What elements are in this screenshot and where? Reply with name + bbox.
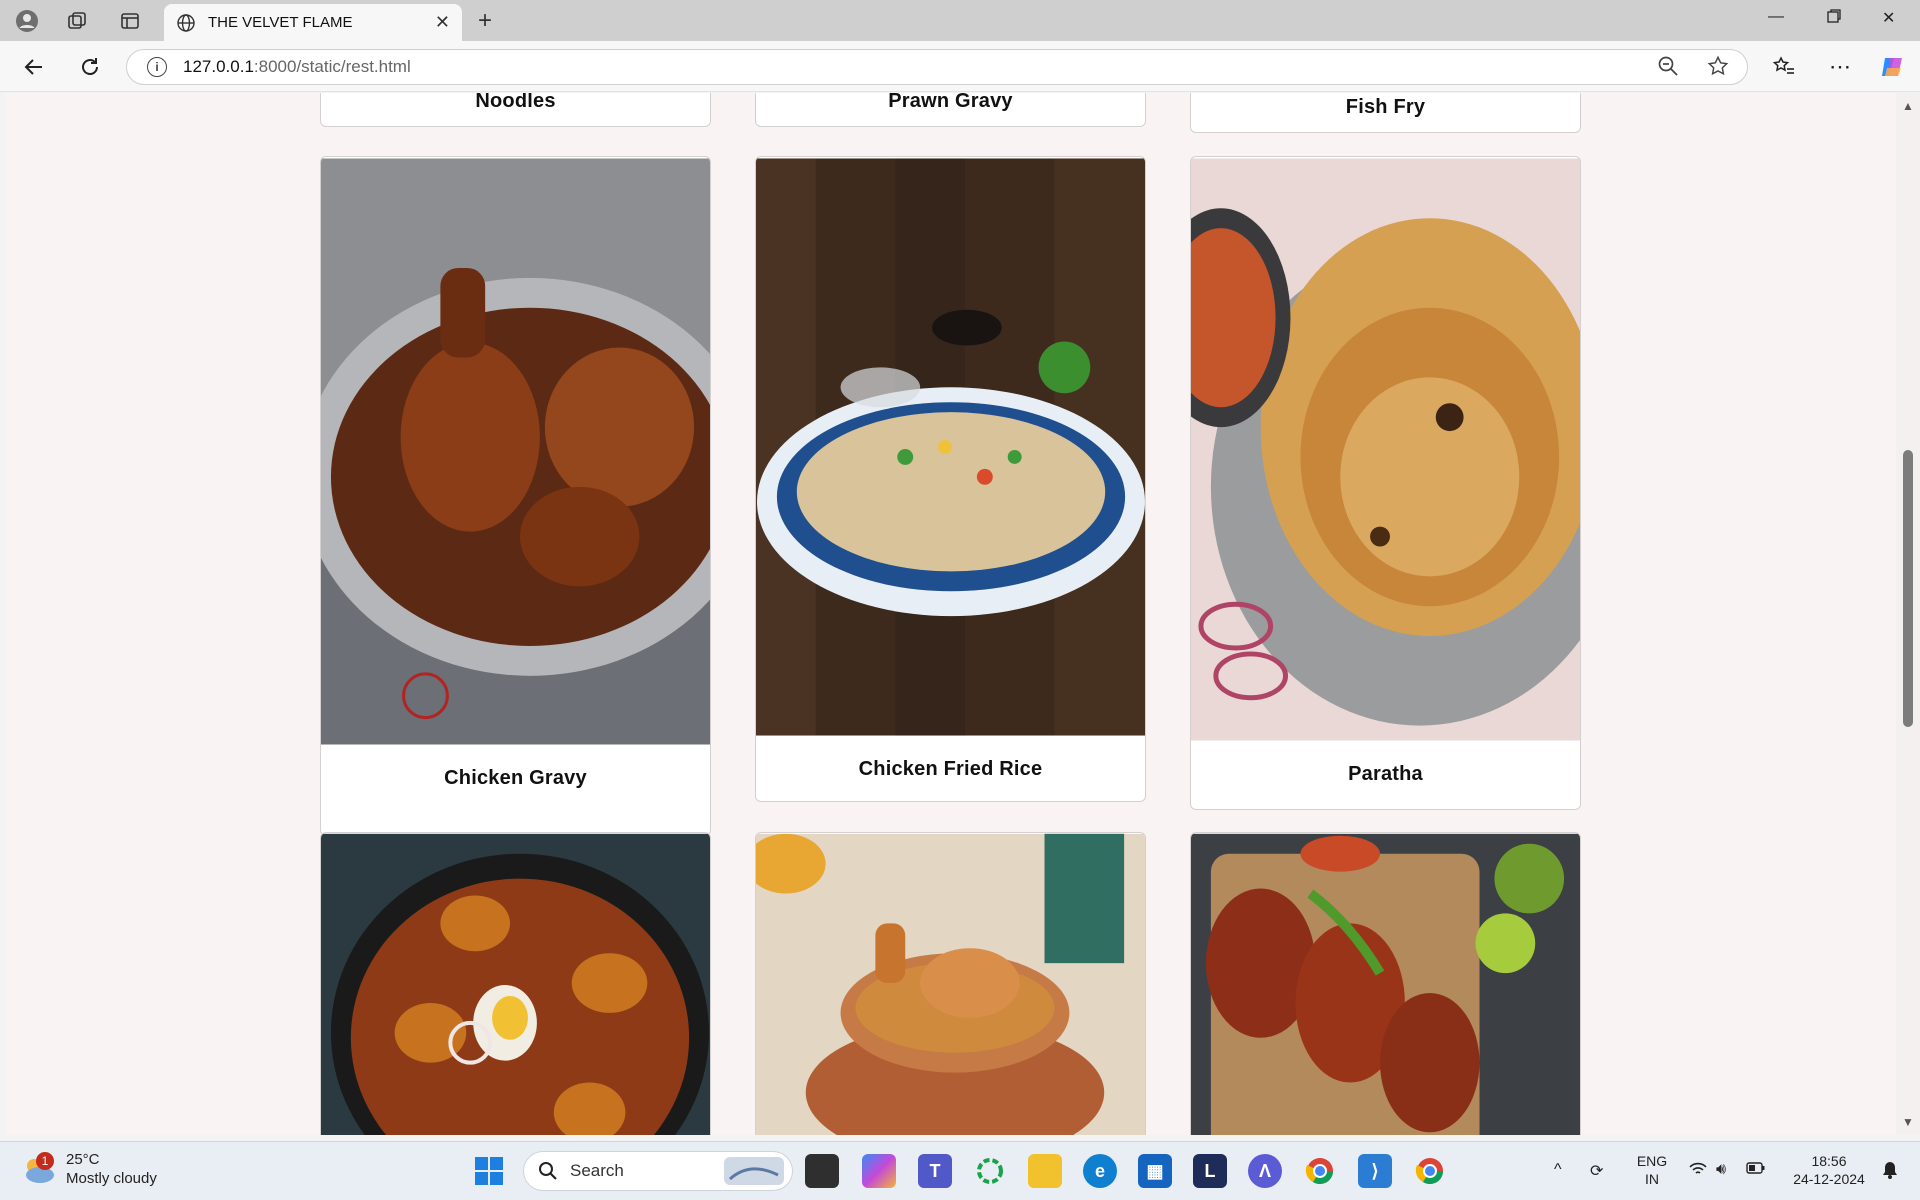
notification-bell-icon[interactable] bbox=[1882, 1161, 1898, 1184]
scroll-thumb[interactable] bbox=[1903, 450, 1913, 727]
menu-card-title: Prawn Gravy bbox=[888, 93, 1013, 112]
menu-card-egg-curry[interactable] bbox=[320, 832, 711, 1135]
weather-condition: Mostly cloudy bbox=[66, 1170, 157, 1187]
chicken-gravy-photo bbox=[321, 158, 710, 745]
menu-card-title: Chicken Fried Rice bbox=[858, 758, 1043, 780]
search-highlight-icon bbox=[724, 1157, 784, 1185]
browser-toolbar: i 127.0.0.1:8000/static/rest.html ⋯ bbox=[0, 41, 1920, 92]
temperature: 25°C bbox=[66, 1151, 100, 1168]
windows-taskbar: 1 25°C Mostly cloudy Search T e ▦ L Λ ⟩ … bbox=[0, 1141, 1920, 1200]
menu-card-noodles[interactable]: Noodles bbox=[320, 93, 711, 127]
cloudy-weather-icon: 1 bbox=[22, 1152, 56, 1183]
tab-actions-icon[interactable] bbox=[117, 8, 143, 34]
more-options-icon[interactable]: ⋯ bbox=[1826, 53, 1854, 81]
favorite-star-icon[interactable] bbox=[1707, 55, 1729, 83]
restore-icon[interactable] bbox=[1826, 8, 1842, 29]
menu-card-title: Noodles bbox=[475, 93, 556, 112]
weather-widget[interactable]: 1 25°C Mostly cloudy bbox=[22, 1150, 157, 1188]
copilot-icon[interactable] bbox=[1878, 53, 1906, 81]
chevron-up-icon[interactable]: ^ bbox=[1554, 1161, 1562, 1179]
chicken-biryani-photo bbox=[756, 833, 1145, 1135]
file-explorer-icon[interactable] bbox=[1028, 1154, 1062, 1188]
page-scrollbar[interactable]: ▲ ▼ bbox=[1896, 93, 1920, 1135]
tandoori-chicken-photo bbox=[1191, 833, 1580, 1135]
favorites-list-icon[interactable] bbox=[1770, 53, 1798, 81]
new-tab-icon[interactable]: + bbox=[478, 7, 492, 35]
menu-card-biryani[interactable] bbox=[755, 832, 1146, 1135]
close-tab-icon[interactable]: ✕ bbox=[435, 12, 450, 33]
address-bar[interactable]: i 127.0.0.1:8000/static/rest.html bbox=[126, 49, 1748, 85]
menu-card-prawn-gravy[interactable]: Prawn Gravy bbox=[755, 93, 1146, 127]
a-app-icon[interactable]: Λ bbox=[1248, 1154, 1282, 1188]
menu-card-fish-fry[interactable]: Fish Fry bbox=[1190, 93, 1581, 133]
search-label: Search bbox=[570, 1161, 624, 1180]
globe-icon bbox=[177, 13, 195, 32]
menu-card-title: Fish Fry bbox=[1345, 96, 1426, 118]
tab-title: THE VELVET FLAME bbox=[208, 14, 353, 31]
active-tab[interactable]: THE VELVET FLAME ✕ bbox=[164, 4, 462, 41]
teams-icon[interactable]: T bbox=[918, 1154, 952, 1188]
vscode-icon[interactable]: ⟩ bbox=[1358, 1154, 1392, 1188]
browser-titlebar: THE VELVET FLAME ✕ + — ✕ bbox=[0, 0, 1920, 41]
edge-browser-icon[interactable]: e bbox=[1083, 1154, 1117, 1188]
start-windows-icon[interactable] bbox=[472, 1154, 506, 1188]
menu-card-title: Chicken Gravy bbox=[444, 767, 587, 789]
back-arrow-icon[interactable] bbox=[20, 53, 48, 81]
profile-icon[interactable] bbox=[14, 8, 40, 34]
scroll-up-arrow-icon[interactable]: ▲ bbox=[1902, 99, 1914, 113]
circle-app-icon[interactable] bbox=[973, 1154, 1007, 1188]
scroll-down-arrow-icon[interactable]: ▼ bbox=[1902, 1115, 1914, 1129]
menu-card-chicken-gravy[interactable]: Chicken Gravy bbox=[320, 156, 711, 836]
url-host: 127.0.0.1 bbox=[183, 57, 254, 76]
clock[interactable]: 18:56 24-12-2024 bbox=[1784, 1152, 1874, 1188]
sync-icon[interactable]: ⟳ bbox=[1590, 1161, 1603, 1181]
clock-date: 24-12-2024 bbox=[1793, 1171, 1865, 1187]
minimize-icon[interactable]: — bbox=[1768, 8, 1784, 26]
menu-card-chicken-fried-rice[interactable]: Chicken Fried Rice bbox=[755, 156, 1146, 802]
weather-badge: 1 bbox=[36, 1152, 54, 1170]
site-info-icon[interactable]: i bbox=[147, 57, 167, 77]
copilot-app-icon[interactable] bbox=[862, 1154, 896, 1188]
refresh-icon[interactable] bbox=[76, 53, 104, 81]
egg-curry-photo bbox=[321, 833, 710, 1135]
task-view-icon[interactable] bbox=[805, 1154, 839, 1188]
taskbar-search[interactable]: Search bbox=[523, 1151, 793, 1191]
page-content: Noodles Prawn Gravy Fish Fry Chicken Gra… bbox=[6, 93, 1896, 1135]
zoom-out-icon[interactable] bbox=[1657, 55, 1679, 83]
close-window-icon[interactable]: ✕ bbox=[1882, 8, 1895, 28]
volume-icon[interactable]: 🔊︎ bbox=[1716, 1161, 1726, 1179]
chicken-fried-rice-photo bbox=[756, 158, 1145, 736]
menu-card-paratha[interactable]: Paratha bbox=[1190, 156, 1581, 810]
store-icon[interactable]: ▦ bbox=[1138, 1154, 1172, 1188]
workspaces-icon[interactable] bbox=[64, 8, 90, 34]
chrome-icon[interactable] bbox=[1413, 1154, 1447, 1188]
search-icon bbox=[539, 1162, 557, 1180]
menu-card-title: Paratha bbox=[1348, 763, 1423, 785]
l-app-icon[interactable]: L bbox=[1193, 1154, 1227, 1188]
chrome-profile-icon[interactable] bbox=[1303, 1154, 1337, 1188]
wifi-icon[interactable] bbox=[1688, 1161, 1708, 1182]
clock-time: 18:56 bbox=[1811, 1153, 1847, 1169]
language-indicator[interactable]: ENG IN bbox=[1632, 1152, 1672, 1188]
battery-icon[interactable] bbox=[1746, 1161, 1766, 1180]
url-path: :8000/static/rest.html bbox=[253, 57, 411, 76]
paratha-photo bbox=[1191, 158, 1580, 741]
menu-card-tandoori[interactable] bbox=[1190, 832, 1581, 1135]
